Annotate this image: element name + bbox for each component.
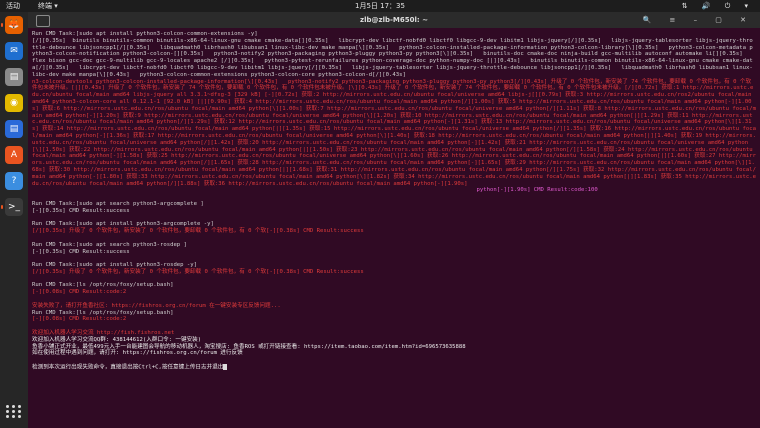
terminal-line: [/][0.35s] 升级了 0 个软件包，新安装了 0 个软件包，要卸载 0 …: [32, 228, 364, 235]
dock: 🦊 ✉ ▤ ◉ ▤ A? >_: [0, 12, 28, 428]
window-controls[interactable]: 🔍 ≡ – ▢ ✕: [643, 12, 754, 28]
terminal-line: 欢迎加入机器人学习交流 http://fish.fishros.net: [32, 330, 175, 337]
terminal-line: [-][0.08s] CMD Result:code:2: [32, 289, 127, 296]
terminal-titlebar: zlb@zlb-M650l: ~ 🔍 ≡ – ▢ ✕: [28, 12, 760, 28]
thunderbird-icon[interactable]: ✉: [5, 42, 23, 60]
grid-dot: [6, 404, 9, 408]
terminal-line: Run CMD Task:[sudo apt install python3-c…: [32, 31, 258, 37]
terminal-line: [-][0.08s] CMD Result:code:2: [32, 316, 127, 323]
terminal-output[interactable]: Run CMD Task:[sudo apt install python3-c…: [28, 28, 760, 428]
terminal-window[interactable]: zlb@zlb-M650l: ~ 🔍 ≡ – ▢ ✕ Run CMD Task:…: [28, 12, 760, 428]
terminal-line: 欢迎加入机器人学习交流QQ群: 438144612(入群口令: 一键安装): [32, 336, 202, 343]
grid-dot: [18, 409, 21, 413]
terminal-icon[interactable]: >_: [1, 198, 23, 216]
terminal-line: Run CMD Task:[sudo apt search python3-ro…: [32, 241, 187, 248]
terminal-line: [-][0.35s] CMD Result:success: [32, 207, 130, 214]
terminal-line: n3-colcon-devtools python3-colcon-instal…: [32, 78, 756, 187]
grid-dot: [6, 409, 9, 413]
writer-icon[interactable]: ▤: [5, 120, 23, 138]
grid-dot: [6, 414, 9, 418]
terminal-line: Run CMD Task:[ls /opt/ros/foxy/setup.bas…: [32, 282, 174, 289]
software-icon[interactable]: A: [5, 146, 23, 164]
grid-dot: [12, 404, 15, 408]
grid-dot: [18, 414, 21, 418]
terminal-line: Run CMD Task:[sudo apt install python3-r…: [32, 262, 198, 269]
firefox-icon[interactable]: 🦊: [1, 16, 23, 34]
terminal-line: [/][0.35s] binutils binutils-common binu…: [32, 37, 753, 78]
show-applications-button[interactable]: [5, 402, 23, 420]
terminal-line: Run CMD Task:[sudo apt search python3-ar…: [32, 200, 204, 207]
terminal-line: 检测到本次运行出现失败命令，直接退出按Ctrl+C,按任意键上传日志并退出: [32, 364, 756, 371]
grid-dot: [12, 414, 15, 418]
system-tray[interactable]: ⇅ 🔊 ⏻ ▾: [682, 0, 754, 12]
terminal-line: [/][0.35s] 升级了 0 个软件包，新安装了 0 个软件包，要卸载 0 …: [32, 268, 364, 275]
grid-dot: [18, 404, 21, 408]
grid-dot: [12, 409, 15, 413]
terminal-line: [-][0.35s] CMD Result:success: [32, 248, 130, 255]
terminal-line: python[-][1.90s] CMD Result:code:100: [32, 187, 598, 194]
text-cursor: [223, 364, 228, 371]
terminal-line: Run CMD Task:[ls /opt/ros/foxy/setup.bas…: [32, 309, 174, 316]
files-icon[interactable]: ▤: [5, 68, 23, 86]
terminal-line: 安装失败了，请打开鱼香社区: https://fishros.org.cn/fo…: [32, 302, 281, 309]
rhythmbox-icon[interactable]: ◉: [5, 94, 23, 112]
top-bar: 活动 终端 ▾ 1月5日 17：35 ⇅ 🔊 ⏻ ▾: [0, 0, 760, 12]
help-icon[interactable]: ?: [5, 172, 23, 190]
clock[interactable]: 1月5日 17：35: [0, 0, 760, 12]
terminal-line: 如在使用过程中遇到问题，请打开: https://fishros.org.cn/…: [32, 350, 243, 357]
